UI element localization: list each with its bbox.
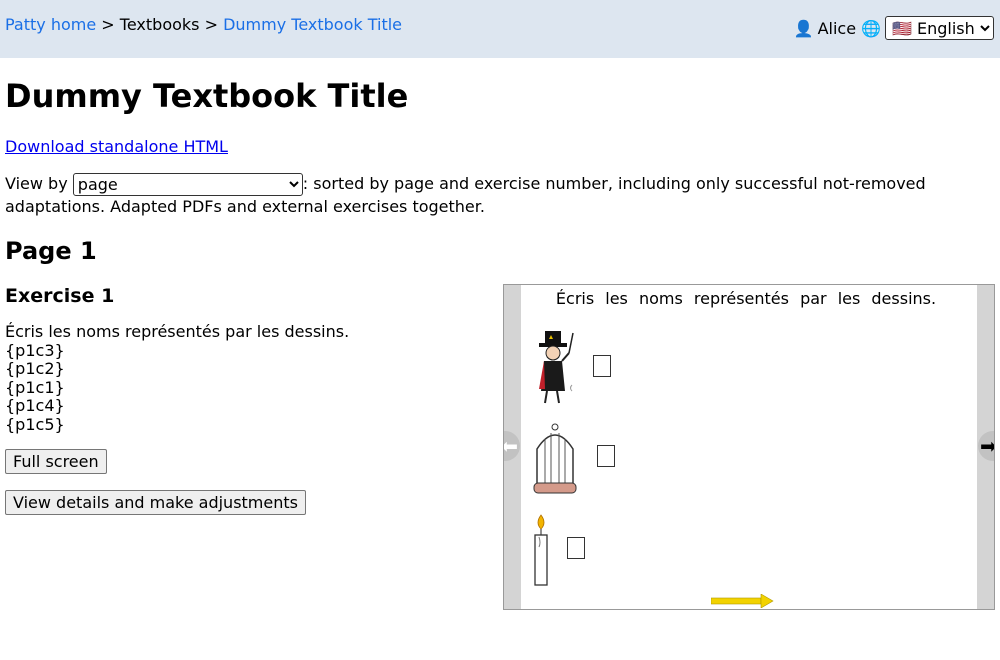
breadcrumb-separator: > [204,15,218,34]
breadcrumb-current-link[interactable]: Dummy Textbook Title [223,15,402,34]
exercise-text: Écris les noms représentés par les dessi… [5,322,350,434]
user-box: 👤 Alice 🌐 🇺🇸 English [794,16,994,40]
breadcrumb-separator: > [101,15,115,34]
arrow-right-icon[interactable]: ➡ [978,431,994,461]
pdf-page: Écris les noms représentés par les dessi… [521,285,992,609]
person-icon: 👤 [793,18,814,38]
breadcrumb-textbooks: Textbooks [119,15,200,34]
view-by-row: View by page : sorted by page and exerci… [5,173,995,218]
next-page-strip[interactable]: ➡ [977,285,994,609]
exercise-placeholder: {p1c4} [5,396,65,415]
previous-page-strip[interactable]: ⬅ [504,285,521,609]
exercise-placeholder: {p1c2} [5,359,65,378]
arrow-left-icon[interactable]: ⬅ [504,431,520,461]
answer-box[interactable] [567,537,585,559]
top-bar: Patty home > Textbooks > Dummy Textbook … [0,0,1000,58]
page-heading: Page 1 [5,237,97,265]
language-select[interactable]: 🇺🇸 English [885,16,994,40]
globe-icon: 🌐 [861,18,881,38]
pdf-viewer: ⬅ Écris les noms représentés par les des… [503,284,995,610]
exercise-heading: Exercise 1 [5,285,115,307]
view-details-button[interactable]: View details and make adjustments [5,490,306,515]
exercise-placeholder: {p1c1} [5,377,65,397]
exercise-placeholder: {p1c5} [5,414,65,434]
next-arrow-drawing [711,594,774,608]
answer-box[interactable] [593,355,611,377]
birdcage-drawing [533,423,577,494]
breadcrumb-home-link[interactable]: Patty home [5,15,96,34]
breadcrumb: Patty home > Textbooks > Dummy Textbook … [5,15,402,35]
pdf-instruction: Écris les noms représentés par les dessi… [555,289,937,308]
answer-box[interactable] [597,445,615,467]
download-html-link[interactable]: Download standalone HTML [5,137,228,157]
user-name: Alice [817,18,857,38]
page-title: Dummy Textbook Title [5,77,409,115]
exercise-instruction: Écris les noms représentés par les dessi… [5,322,350,341]
magician-drawing [539,331,574,404]
view-by-select[interactable]: page [72,173,303,196]
view-by-label: View by [5,174,68,193]
exercise-placeholder: {p1c3} [5,340,65,360]
candle-drawing [534,514,548,586]
full-screen-button[interactable]: Full screen [5,449,107,474]
